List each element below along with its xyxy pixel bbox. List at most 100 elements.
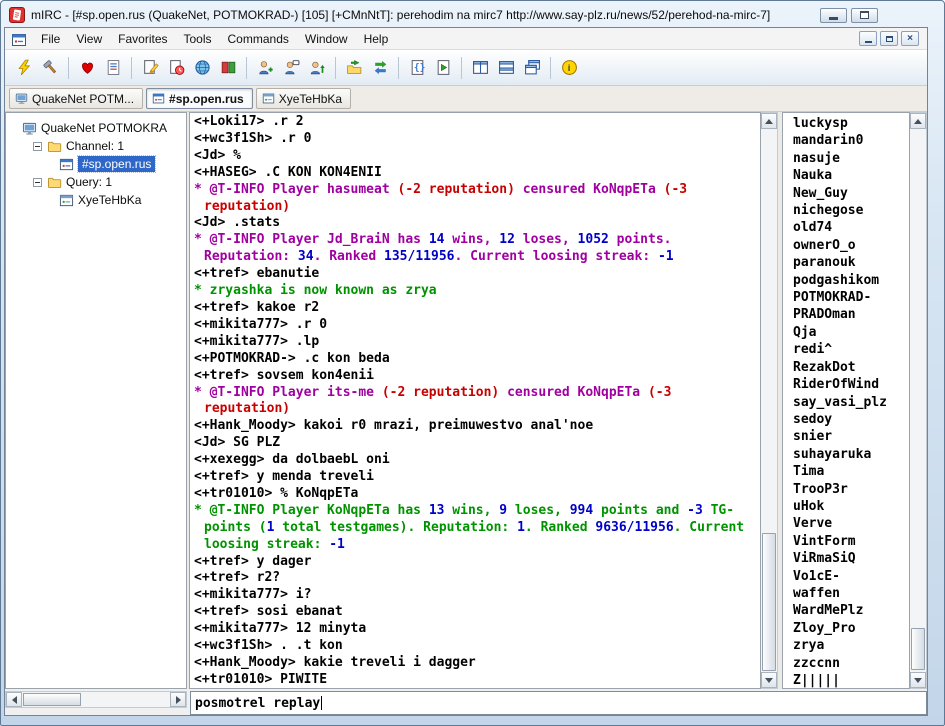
switchbar-button-status[interactable]: QuakeNet POTM... — [9, 88, 143, 109]
tree-item-channel[interactable]: #sp.open.rus — [6, 155, 186, 173]
nicklist-scrollbar[interactable] — [910, 112, 927, 689]
nick-item[interactable]: RezakDot — [793, 359, 909, 376]
treebar-scroll-right-button[interactable] — [170, 692, 186, 707]
treebar-scroll-thumb[interactable] — [23, 693, 81, 706]
tree-item-query[interactable]: XyeTeHbKa — [6, 191, 186, 209]
collapse-expander-icon[interactable] — [33, 142, 42, 151]
treebar-hscrollbar[interactable] — [5, 691, 187, 708]
nick-item[interactable]: suhayaruka — [793, 446, 909, 463]
nick-item[interactable]: Vo1cE- — [793, 568, 909, 585]
nick-item[interactable]: uHok — [793, 498, 909, 515]
nick-item[interactable]: Zloy_Pro — [793, 620, 909, 637]
nick-item[interactable]: zzccnn — [793, 655, 909, 672]
nick-item[interactable]: Z||||| — [793, 672, 909, 689]
folder-icon — [47, 139, 62, 154]
help-button[interactable]: i — [556, 55, 582, 81]
nick-item[interactable]: podgashikom — [793, 272, 909, 289]
user-modes-button[interactable] — [304, 55, 330, 81]
nick-item[interactable]: ownerO_o — [793, 237, 909, 254]
menu-favorites[interactable]: Favorites — [110, 28, 175, 50]
menu-file[interactable]: File — [33, 28, 68, 50]
menu-tools[interactable]: Tools — [176, 28, 220, 50]
chat-scroll-up-button[interactable] — [761, 113, 777, 129]
nick-item[interactable]: say_vasi_plz — [793, 394, 909, 411]
nick-item[interactable]: sedoy — [793, 411, 909, 428]
switchbar-label: #sp.open.rus — [169, 92, 244, 106]
chat-scroll-track[interactable] — [761, 129, 777, 672]
scripts-editor-button[interactable]: {} — [404, 55, 430, 81]
nick-item[interactable]: New_Guy — [793, 185, 909, 202]
chat-scrollbar[interactable] — [761, 112, 778, 689]
nick-item[interactable]: paranouk — [793, 254, 909, 271]
chat-messages[interactable]: <+Loki17> .r 2<+wc3f1Sh> .r 0<Jd> %<+HAS… — [189, 112, 761, 689]
chat-scroll-down-button[interactable] — [761, 672, 777, 688]
menu-view[interactable]: View — [68, 28, 110, 50]
nick-item[interactable]: nichegose — [793, 202, 909, 219]
connect-button[interactable] — [11, 55, 37, 81]
nick-item[interactable]: RiderOfWind — [793, 376, 909, 393]
treebar-scroll-track[interactable] — [22, 692, 170, 707]
switchbar-button-channel[interactable]: #sp.open.rus — [146, 88, 253, 109]
chat-line: * @T-INFO Player Jd_BraiN has 14 wins, 1… — [190, 232, 760, 266]
switchbar-button-query[interactable]: XyeTeHbKa — [256, 88, 351, 109]
menu-commands[interactable]: Commands — [220, 28, 297, 50]
add-user-button[interactable] — [252, 55, 278, 81]
play-sound-button[interactable] — [430, 55, 456, 81]
maximize-button[interactable] — [851, 8, 878, 23]
nicklist-scroll-up-button[interactable] — [910, 113, 926, 129]
nick-item[interactable]: redi^ — [793, 341, 909, 358]
nicklist-scroll-track[interactable] — [910, 129, 926, 672]
mdi-close-button[interactable]: × — [901, 31, 919, 46]
nick-item[interactable]: snier — [793, 428, 909, 445]
options-icon — [42, 59, 59, 76]
nick-item[interactable]: mandarin0 — [793, 132, 909, 149]
nick-item[interactable]: nasuje — [793, 150, 909, 167]
mdi-restore-button[interactable] — [880, 31, 898, 46]
send-file-button[interactable] — [341, 55, 367, 81]
message-input[interactable]: posmotrel replay — [190, 691, 927, 715]
address-book-button[interactable] — [215, 55, 241, 81]
options-button[interactable] — [37, 55, 63, 81]
tree-group-channels[interactable]: Channel: 1 — [6, 137, 186, 155]
url-list-button[interactable] — [189, 55, 215, 81]
transfers-button[interactable] — [367, 55, 393, 81]
query-user-button[interactable] — [278, 55, 304, 81]
nick-item[interactable]: ViRmaSiQ — [793, 550, 909, 567]
nick-item[interactable]: luckysp — [793, 115, 909, 132]
minimize-button[interactable] — [820, 8, 847, 23]
chat-scroll-thumb[interactable] — [762, 533, 776, 671]
nick-item[interactable]: POTMOKRAD- — [793, 289, 909, 306]
tree-queries-group-label: Query: 1 — [66, 175, 112, 189]
nick-item[interactable]: zrya — [793, 637, 909, 654]
tile-horizontal-button[interactable] — [493, 55, 519, 81]
nick-item[interactable]: WardMePlz — [793, 602, 909, 619]
treebar-scroll-left-button[interactable] — [6, 692, 22, 707]
collapse-expander-icon[interactable] — [33, 178, 42, 187]
nicklist-scroll-thumb[interactable] — [911, 628, 925, 670]
tile-vertical-button[interactable] — [467, 55, 493, 81]
mdi-minimize-button[interactable] — [859, 31, 877, 46]
favorites-button[interactable] — [74, 55, 100, 81]
nick-item[interactable]: Qja — [793, 324, 909, 341]
add-user-icon — [257, 59, 274, 76]
nick-item[interactable]: Nauka — [793, 167, 909, 184]
cascade-button[interactable] — [519, 55, 545, 81]
menu-help[interactable]: Help — [356, 28, 397, 50]
nick-item[interactable]: PRADOman — [793, 306, 909, 323]
notify-list-button[interactable] — [163, 55, 189, 81]
nick-item[interactable]: old74 — [793, 219, 909, 236]
channels-list-button[interactable] — [100, 55, 126, 81]
nick-item[interactable]: VintForm — [793, 533, 909, 550]
nick-item[interactable]: TrooP3r — [793, 481, 909, 498]
nicklist[interactable]: luckyspmandarin0nasujeNaukaNew_Guynicheg… — [782, 112, 910, 689]
tree-group-queries[interactable]: Query: 1 — [6, 173, 186, 191]
nicklist-scroll-down-button[interactable] — [910, 672, 926, 688]
message-button[interactable] — [137, 55, 163, 81]
nick-item[interactable]: waffen — [793, 585, 909, 602]
nick-item[interactable]: Verve — [793, 515, 909, 532]
tree-item-server[interactable]: QuakeNet POTMOKRA — [6, 119, 186, 137]
nick-item[interactable]: Tima — [793, 463, 909, 480]
titlebar[interactable]: mIRC - [#sp.open.rus (QuakeNet, POTMOKRA… — [4, 3, 928, 27]
channel-window-icon — [59, 157, 74, 172]
menu-window[interactable]: Window — [297, 28, 356, 50]
